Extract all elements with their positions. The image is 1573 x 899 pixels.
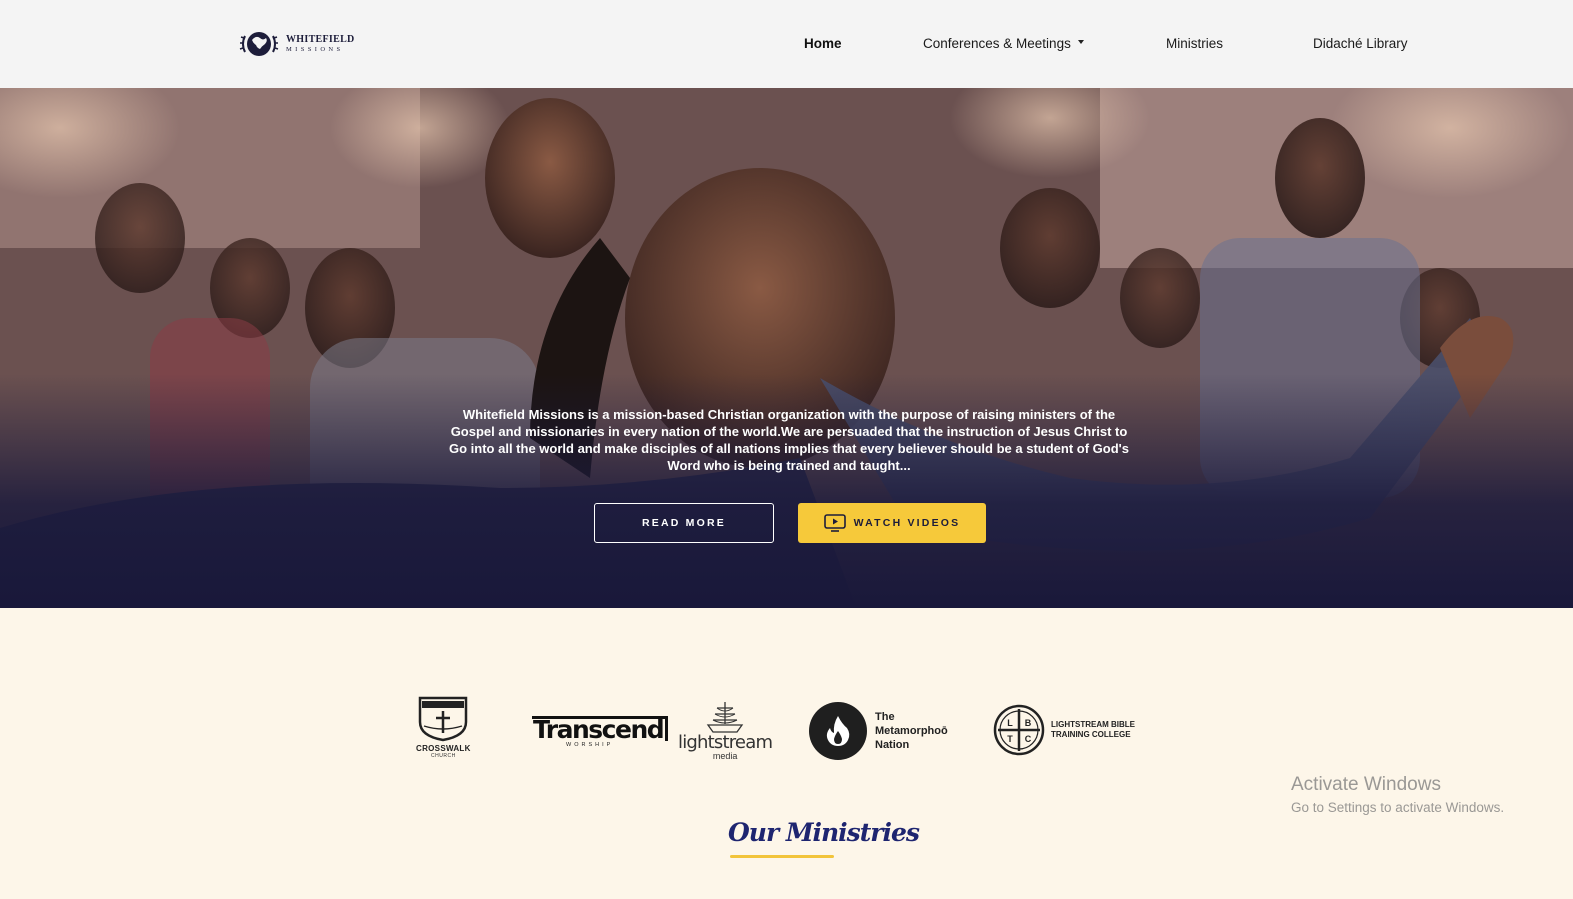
transcend-sub: WORSHIP	[566, 742, 614, 748]
lbtc-line-1: LIGHTSTREAM BIBLE	[1051, 720, 1135, 729]
heading-underline	[730, 855, 834, 858]
caret-down-icon	[1077, 40, 1084, 45]
lightstream-bible-college-logo[interactable]: L B T C LIGHTSTREAM BIBLE TRAINING COLLE…	[993, 704, 1135, 756]
nav-ministries[interactable]: Ministries	[1166, 36, 1223, 51]
transcend-name: Transcend	[532, 716, 669, 742]
our-ministries-heading: Our Ministries	[728, 818, 920, 847]
lightstream-media-logo[interactable]: lightstream media	[678, 700, 773, 761]
activate-windows-title: Activate Windows	[1291, 774, 1441, 795]
transcend-worship-logo[interactable]: Transcend WORSHIP	[532, 716, 669, 748]
lbtc-letter-t: T	[1007, 734, 1013, 744]
nav-home[interactable]: Home	[804, 36, 842, 51]
activate-windows-subtitle: Go to Settings to activate Windows.	[1291, 800, 1505, 815]
lightstream-name: lightstream	[678, 732, 773, 753]
hero-description: Whitefield Missions is a mission-based C…	[449, 407, 1129, 473]
flame-icon	[809, 702, 867, 760]
partner-logos: CROSSWALK CHURCH Transcend WORSHIP light…	[0, 690, 1573, 780]
hero-gradient-overlay	[0, 88, 1573, 608]
whitefield-logo[interactable]: WHITEFIELD MISSIONS	[238, 26, 355, 62]
watch-videos-button[interactable]: WATCH VIDEOS	[798, 503, 986, 543]
metamorphoo-nation-logo[interactable]: The Metamorphoō Nation	[809, 702, 948, 760]
video-play-icon	[823, 514, 846, 532]
lbtc-letter-b: B	[1025, 718, 1032, 728]
read-more-button[interactable]: READ MORE	[594, 503, 774, 543]
site-header: WHITEFIELD MISSIONS Home Conferences & M…	[0, 0, 1573, 88]
hero-section: Whitefield Missions is a mission-based C…	[0, 88, 1573, 608]
logo-line-1: WHITEFIELD	[286, 33, 355, 45]
lbtc-emblem-icon: L B T C	[993, 704, 1045, 756]
crosswalk-name: CROSSWALK	[416, 744, 471, 753]
globe-laurel-icon	[239, 32, 279, 56]
metamorphoo-line-2: Metamorphoō	[875, 725, 948, 737]
nav-conferences-meetings[interactable]: Conferences & Meetings	[923, 36, 1084, 51]
logo-line-2: MISSIONS	[286, 45, 344, 53]
crosswalk-sub: CHURCH	[431, 753, 456, 759]
nav-conferences-label: Conferences & Meetings	[923, 36, 1071, 51]
watch-videos-label: WATCH VIDEOS	[853, 517, 961, 529]
lbtc-line-2: TRAINING COLLEGE	[1051, 730, 1131, 739]
metamorphoo-line-3: Nation	[875, 739, 910, 751]
logo-wordmark: WHITEFIELD MISSIONS	[286, 33, 355, 54]
lightstream-sub: media	[712, 751, 738, 761]
ship-icon	[706, 702, 744, 733]
nav-didache-library[interactable]: Didaché Library	[1313, 36, 1408, 51]
activate-windows-watermark: Activate Windows Go to Settings to activ…	[1291, 774, 1504, 815]
crosswalk-shield-icon	[419, 696, 468, 742]
lbtc-text: LIGHTSTREAM BIBLE TRAINING COLLEGE	[1051, 720, 1135, 740]
lbtc-letter-l: L	[1007, 718, 1013, 728]
metamorphoo-text: The Metamorphoō Nation	[875, 710, 948, 752]
crosswalk-church-logo[interactable]: CROSSWALK CHURCH	[416, 696, 471, 759]
lbtc-letter-c: C	[1025, 734, 1032, 744]
metamorphoo-line-1: The	[875, 711, 895, 723]
